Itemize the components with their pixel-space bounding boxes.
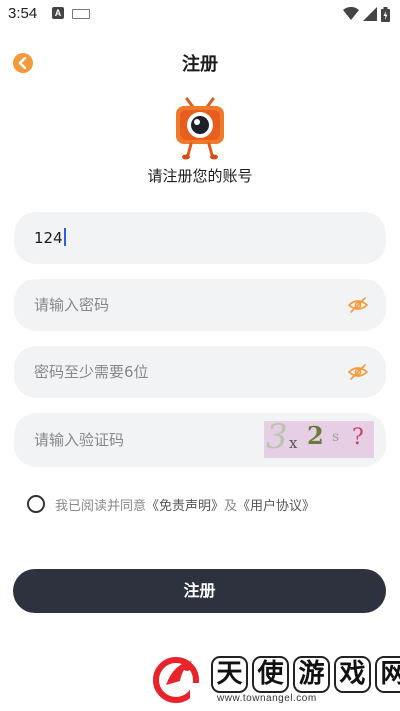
site-logo-icon: [153, 657, 204, 703]
keyboard-icon: [72, 9, 90, 19]
tv-logo-icon: [176, 97, 224, 160]
signal-icon: [363, 7, 377, 21]
watermark-site-name: 天 使 游 戏 网: [211, 656, 400, 693]
text-caret: [63, 228, 66, 246]
user-agreement-link[interactable]: 《用户协议》: [237, 499, 315, 514]
status-bar: 3:54 A: [0, 0, 400, 28]
register-subtitle: 请注册您的账号: [147, 167, 253, 185]
agreement-row: 我已阅读并同意《免责声明》及《用户协议》: [27, 494, 315, 514]
eye-off-icon[interactable]: [348, 296, 368, 314]
battery-icon: [381, 6, 390, 22]
confirm-password-input[interactable]: 密码至少需要6位: [14, 346, 386, 398]
password-input[interactable]: 请输入密码: [14, 279, 386, 331]
captcha-char: s: [332, 429, 340, 445]
captcha-char: 2: [307, 421, 324, 450]
eye-off-icon[interactable]: [348, 363, 368, 381]
captcha-char: x: [289, 434, 298, 452]
agree-radio[interactable]: [27, 495, 45, 513]
captcha-placeholder: 请输入验证码: [34, 431, 125, 449]
page-title: 注册: [182, 54, 218, 75]
watermark-char: 游: [293, 656, 330, 693]
confirm-password-placeholder: 密码至少需要6位: [34, 363, 149, 381]
agreement-prefix: 我已阅读并同意: [55, 498, 147, 514]
watermark-char: 天: [211, 656, 248, 693]
watermark-url: www.townangel.com: [217, 693, 317, 704]
phone-input[interactable]: 124: [14, 212, 386, 264]
captcha-image[interactable]: 3 x 2 s ?: [264, 421, 374, 458]
password-placeholder: 请输入密码: [34, 296, 110, 314]
wifi-icon: [343, 7, 359, 20]
notification-icon: A: [52, 7, 64, 19]
disclaimer-link[interactable]: 《免责声明》: [146, 499, 224, 514]
phone-input-value: 124: [34, 229, 63, 247]
captcha-input[interactable]: 请输入验证码 3 x 2 s ?: [14, 413, 386, 467]
watermark-char: 使: [252, 656, 289, 693]
watermark-char: 网: [375, 656, 400, 693]
register-button[interactable]: 注册: [13, 569, 386, 613]
captcha-char: 3: [266, 421, 288, 457]
status-time: 3:54: [8, 5, 38, 22]
agreement-joiner: 及: [224, 498, 238, 514]
captcha-char: ?: [352, 425, 364, 450]
watermark-char: 戏: [334, 656, 371, 693]
